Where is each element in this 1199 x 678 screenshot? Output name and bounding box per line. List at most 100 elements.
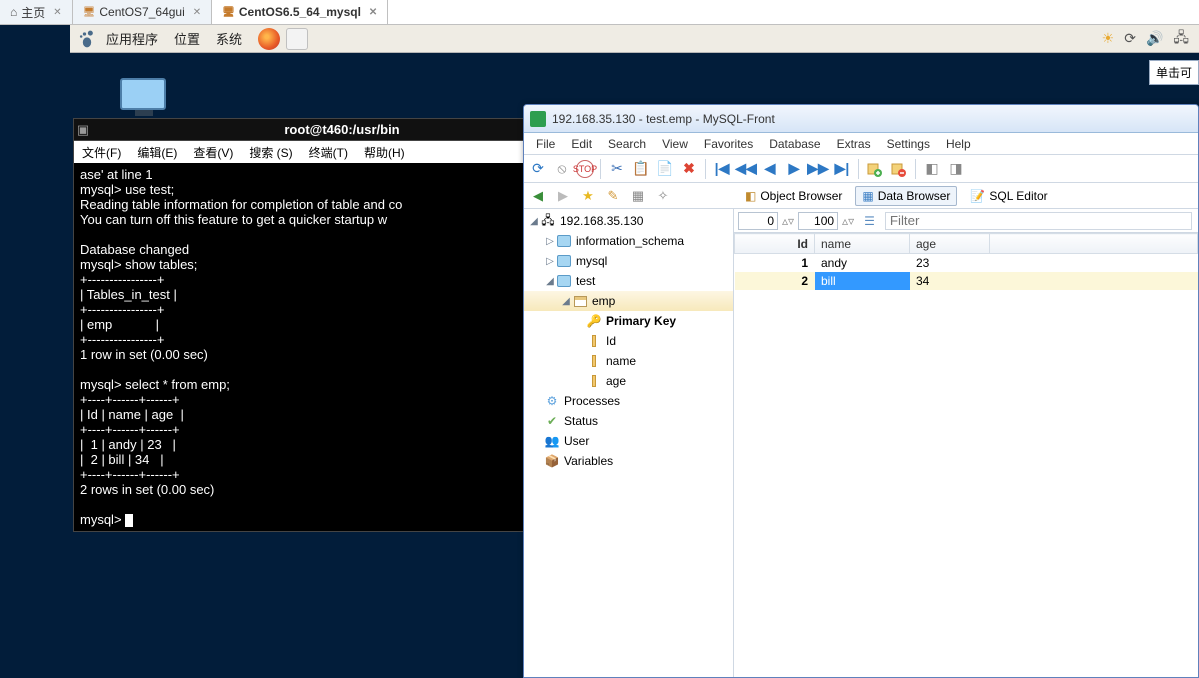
tree-host[interactable]: ◢ 🖧 192.168.35.130 [524,211,733,231]
obj-prop-icon[interactable]: ✎ [603,186,623,206]
menu-help[interactable]: Help [938,137,979,151]
tree-user[interactable]: 👥 User [524,431,733,451]
expander-icon[interactable]: ◢ [544,276,556,287]
network-icon[interactable]: 🖧 [1173,27,1189,51]
cancel-icon[interactable]: ⦸ [552,159,572,179]
obj-new-icon[interactable]: ▦ [628,186,648,206]
gnome-places-menu[interactable]: 位置 [166,29,208,48]
col-age[interactable]: age [910,234,990,254]
tree-status[interactable]: ✔ Status [524,411,733,431]
edge-button[interactable]: 单击可 [1149,60,1199,85]
tree-db-test[interactable]: ◢ test [524,271,733,291]
terminal-window: ▣ root@t460:/usr/bin 文件(F) 编辑(E) 查看(V) 搜… [73,118,593,532]
object-tree[interactable]: ◢ 🖧 192.168.35.130 ▷ information_schema … [524,209,734,677]
cancel2-icon[interactable]: ◨ [946,159,966,179]
next-icon[interactable]: ▶ [784,159,804,179]
tree-db-information-schema[interactable]: ▷ information_schema [524,231,733,251]
cell-id[interactable]: 2 [735,272,815,290]
table-row[interactable]: 1 andy 23 [735,254,1198,272]
expander-icon[interactable]: ◢ [560,296,572,307]
menu-view[interactable]: View [654,137,696,151]
data-grid[interactable]: Id name age 1 andy 23 2 bill 34 [734,233,1198,677]
cell-name[interactable]: andy [815,254,910,272]
delete-icon[interactable]: ✖ [679,159,699,179]
limit-input[interactable] [798,212,838,230]
offset-input[interactable] [738,212,778,230]
nautilus-icon[interactable] [286,28,308,50]
terminal-titlebar[interactable]: ▣ root@t460:/usr/bin [74,119,592,141]
term-menu-terminal[interactable]: 终端(T) [301,144,356,161]
gnome-system-menu[interactable]: 系统 [208,29,250,48]
cell-age[interactable]: 34 [910,272,990,290]
table-row[interactable]: 2 bill 34 [735,272,1198,290]
next-page-icon[interactable]: ▶▶ [808,159,828,179]
menu-file[interactable]: File [528,137,563,151]
expander-icon[interactable]: ▷ [544,256,556,267]
term-menu-help[interactable]: 帮助(H) [356,144,413,161]
close-icon[interactable]: ✕ [193,7,201,18]
app-titlebar[interactable]: 192.168.35.130 - test.emp - MySQL-Front [524,105,1198,133]
close-icon[interactable]: ✕ [53,7,61,18]
cell-name[interactable]: bill [815,272,910,290]
object-browser-button[interactable]: ◧ Object Browser [738,186,849,206]
vm-tab-home[interactable]: ⌂ 主页 ✕ [0,0,73,24]
post-icon[interactable]: ◧ [922,159,942,179]
cell-id[interactable]: 1 [735,254,815,272]
expander-icon[interactable]: ▷ [544,236,556,247]
col-id[interactable]: Id [735,234,815,254]
term-menu-file[interactable]: 文件(F) [74,144,129,161]
vm-tab-centos6[interactable]: 🖥 CentOS6.5_64_mysql ✕ [212,0,388,24]
tree-col-id[interactable]: Id [524,331,733,351]
insert-icon[interactable] [865,159,885,179]
expander-icon[interactable]: ◢ [528,216,540,227]
last-icon[interactable]: ▶| [832,159,852,179]
desktop-computer-icon[interactable] [120,78,168,118]
gnome-apps-menu[interactable]: 应用程序 [98,29,166,48]
sun-icon[interactable]: ☀ [1102,30,1115,47]
menu-settings[interactable]: Settings [879,137,938,151]
spinner-icon[interactable]: ▵▿ [782,214,794,228]
paste-icon[interactable]: 📄 [655,159,675,179]
close-icon[interactable]: ✕ [369,7,377,18]
prev-icon[interactable]: ◀ [760,159,780,179]
menu-database[interactable]: Database [761,137,828,151]
first-icon[interactable]: |◀ [712,159,732,179]
cut-icon[interactable]: ✂ [607,159,627,179]
col-name[interactable]: name [815,234,910,254]
term-menu-view[interactable]: 查看(V) [185,144,241,161]
terminal-body[interactable]: ase' at line 1 mysql> use test; Reading … [74,163,592,531]
menu-extras[interactable]: Extras [829,137,879,151]
cell-age[interactable]: 23 [910,254,990,272]
tree-table-emp[interactable]: ◢ emp [524,291,733,311]
back-icon[interactable]: ◀ [528,186,548,206]
favorite-icon[interactable]: ★ [578,186,598,206]
vm-tab-centos7[interactable]: 🖥 CentOS7_64gui ✕ [73,0,213,24]
obj-del-icon[interactable]: ✧ [653,186,673,206]
delete-row-icon[interactable] [889,159,909,179]
tree-variables[interactable]: 📦 Variables [524,451,733,471]
gnome-foot-icon[interactable] [76,28,98,50]
spinner-icon[interactable]: ▵▿ [842,214,854,228]
stop-icon[interactable]: STOP [576,160,594,178]
volume-icon[interactable]: 🔊 [1146,30,1163,47]
filter-icon[interactable]: ☰ [864,214,875,228]
firefox-icon[interactable] [258,28,280,50]
tree-col-name[interactable]: name [524,351,733,371]
term-menu-edit[interactable]: 编辑(E) [129,144,185,161]
filter-input[interactable] [885,212,1192,230]
menu-favorites[interactable]: Favorites [696,137,761,151]
tree-processes[interactable]: ⚙ Processes [524,391,733,411]
menu-search[interactable]: Search [600,137,654,151]
term-menu-search[interactable]: 搜索 (S) [241,144,300,161]
tree-db-mysql[interactable]: ▷ mysql [524,251,733,271]
tree-col-age[interactable]: age [524,371,733,391]
data-browser-button[interactable]: ▦ Data Browser [855,186,957,206]
refresh-icon[interactable]: ⟳ [528,159,548,179]
tree-primary-key[interactable]: 🔑 Primary Key [524,311,733,331]
forward-icon[interactable]: ▶ [553,186,573,206]
prev-page-icon[interactable]: ◀◀ [736,159,756,179]
sql-editor-button[interactable]: 📝 SQL Editor [963,186,1054,206]
menu-edit[interactable]: Edit [563,137,600,151]
update-icon[interactable]: ⟳ [1124,30,1136,47]
copy-icon[interactable]: 📋 [631,159,651,179]
